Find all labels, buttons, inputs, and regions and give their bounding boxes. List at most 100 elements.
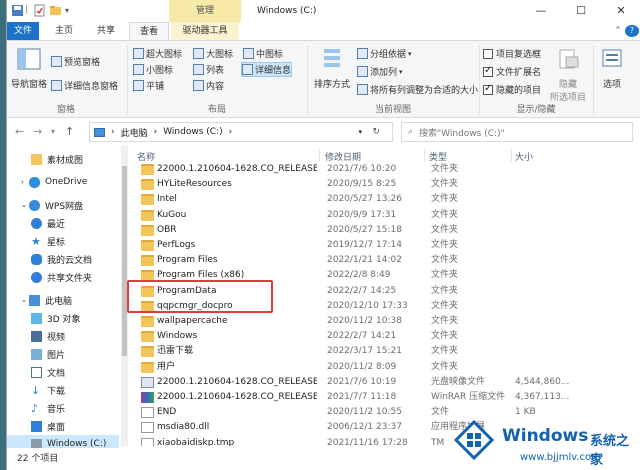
up-button[interactable]: ↑ xyxy=(65,125,74,138)
address-bar[interactable]: › 此电脑 › Windows (C:) › ▾ ↻ xyxy=(89,122,393,142)
nav-item-sucai[interactable]: 素材成图 xyxy=(7,150,119,168)
help-icon[interactable]: ? xyxy=(625,25,639,37)
details-option[interactable]: 详细信息 xyxy=(241,62,293,77)
back-button[interactable]: ← xyxy=(15,125,24,138)
table-row[interactable]: KuGou 2020/9/9 17:31 文件夹 xyxy=(131,208,631,223)
table-row[interactable]: Program Files 2022/1/21 14:02 文件夹 xyxy=(131,253,631,268)
table-row[interactable]: PerfLogs 2019/12/7 17:14 文件夹 xyxy=(131,238,631,253)
navigation-pane-icon xyxy=(17,48,41,70)
details-pane-button[interactable]: 详细信息窗格 xyxy=(51,79,118,92)
cloud-doc-icon xyxy=(31,253,42,265)
sort-by-button[interactable]: 排序方式 xyxy=(311,47,353,90)
content-option[interactable]: 内容 xyxy=(193,79,224,92)
small-icons-option[interactable]: 小图标 xyxy=(133,63,173,76)
nav-item-videos[interactable]: 视频 xyxy=(7,327,119,345)
ribbon-view: 导航窗格 预览窗格 详细信息窗格 窗格 超大图标 大图标 中图标 小图标 列表 … xyxy=(7,40,640,118)
sort-indicator-icon: ^ xyxy=(378,146,384,151)
folder-icon xyxy=(141,179,154,191)
table-row[interactable]: 22000.1.210604-1628.CO_RELEASE_SV... 2021… xyxy=(131,162,631,177)
cell-size: 4,367,113... xyxy=(515,392,570,402)
add-columns-label: 添加列 xyxy=(370,68,398,78)
checkbox-checked-icon xyxy=(483,83,493,95)
nav-item-music[interactable]: ♪ 音乐 xyxy=(7,399,119,417)
table-row[interactable]: OBR 2020/5/27 15:18 文件夹 xyxy=(131,223,631,238)
tiles-option[interactable]: 平铺 xyxy=(133,79,164,92)
nav-item-this-pc[interactable]: ⌄ 此电脑 xyxy=(7,291,119,309)
column-divider[interactable] xyxy=(319,148,320,162)
maximize-button[interactable]: ☐ xyxy=(561,0,601,22)
shared-folder-icon xyxy=(31,271,42,283)
customize-qa-icon[interactable]: ▾ xyxy=(65,4,78,17)
nav-item-pictures[interactable]: 图片 xyxy=(7,345,119,363)
nav-item-documents[interactable]: 文档 xyxy=(7,363,119,381)
windows-logo-icon xyxy=(453,420,495,460)
column-divider[interactable] xyxy=(511,148,512,162)
tab-view[interactable]: 查看 xyxy=(129,22,169,40)
file-extensions-toggle[interactable]: 文件扩展名 xyxy=(483,65,541,78)
cell-name: KuGou xyxy=(157,209,187,220)
address-dropdown-icon[interactable]: ▾ xyxy=(358,128,362,136)
item-checkboxes-toggle[interactable]: 项目复选框 xyxy=(483,47,541,60)
star-icon: ★ xyxy=(31,234,41,248)
breadcrumb-this-pc[interactable]: 此电脑 xyxy=(121,126,148,139)
xl-icons-option[interactable]: 超大图标 xyxy=(133,47,182,60)
column-divider[interactable] xyxy=(424,148,425,162)
tab-home[interactable]: 主页 xyxy=(45,22,83,40)
close-button[interactable]: ✕ xyxy=(601,0,640,22)
refresh-icon[interactable]: ↻ xyxy=(372,127,380,137)
nav-item-cloud-docs[interactable]: 我的云文档 xyxy=(7,250,119,268)
nav-item-recent[interactable]: 最近 xyxy=(7,214,119,232)
table-row[interactable]: HYLiteResources 2020/9/15 8:25 文件夹 xyxy=(131,177,631,192)
hidden-items-toggle[interactable]: 隐藏的项目 xyxy=(483,83,541,96)
tab-share[interactable]: 共享 xyxy=(87,22,125,40)
list-option[interactable]: 列表 xyxy=(193,63,224,76)
tab-file[interactable]: 文件 xyxy=(7,22,39,40)
hide-icon xyxy=(559,49,579,69)
breadcrumb-drive[interactable]: Windows (C:) xyxy=(163,127,222,137)
minimize-button[interactable]: — xyxy=(521,0,561,22)
nav-scrollbar-thumb[interactable] xyxy=(122,166,127,356)
nav-item-shared-folder[interactable]: 共享文件夹 xyxy=(7,268,119,286)
properties-icon[interactable] xyxy=(33,4,46,17)
ribbon-collapse-icon[interactable]: ⌃ xyxy=(611,22,625,40)
table-row[interactable]: 22000.1.210604-1628.CO_RELEASE_SV... 2021… xyxy=(131,390,631,405)
cell-date: 2022/2/7 14:21 xyxy=(327,331,397,342)
options-button[interactable]: 选项 xyxy=(595,47,629,90)
cell-type: 文件夹 xyxy=(431,346,459,357)
size-all-columns-button[interactable]: 将所有列调整为合适的大小 xyxy=(357,83,478,96)
address-row: ← → ▾ ↑ › 此电脑 › Windows (C:) › ▾ ↻ ⌕ 搜索"… xyxy=(7,118,640,146)
search-input[interactable]: ⌕ 搜索"Windows (C:)" xyxy=(401,122,633,142)
expand-icon: › xyxy=(21,178,24,186)
new-folder-icon[interactable] xyxy=(49,4,62,17)
cell-type: 文件夹 xyxy=(431,164,459,174)
manage-context-title: 管理 xyxy=(169,0,241,22)
nav-item-onedrive[interactable]: › OneDrive xyxy=(7,173,119,191)
table-row[interactable]: 用户 2020/11/2 8:09 文件夹 xyxy=(131,360,631,375)
forward-button[interactable]: → xyxy=(33,125,42,138)
save-icon[interactable] xyxy=(11,4,24,17)
nav-item-downloads[interactable]: ↓ 下载 xyxy=(7,381,119,399)
table-row[interactable]: Intel 2020/5/27 13:26 文件夹 xyxy=(131,192,631,207)
table-row[interactable]: Windows 2022/2/7 14:21 文件夹 xyxy=(131,329,631,344)
table-row[interactable]: 迅雷下载 2022/3/17 15:21 文件夹 xyxy=(131,344,631,359)
large-icons-option[interactable]: 大图标 xyxy=(193,47,233,60)
nav-item-3d[interactable]: 3D 对象 xyxy=(7,309,119,327)
add-columns-button[interactable]: 添加列 ▾ xyxy=(357,65,403,78)
group-by-button[interactable]: 分组依据 ▾ xyxy=(357,47,412,60)
hide-selected-button[interactable]: 隐藏 所选项目 xyxy=(547,47,589,103)
preview-pane-button[interactable]: 预览窗格 xyxy=(51,55,100,68)
cell-type: 文件夹 xyxy=(431,240,459,250)
nav-item-star[interactable]: ★ 星标 xyxy=(7,232,119,250)
item-count: 22 个项目 xyxy=(17,454,59,464)
details-label: 详细信息 xyxy=(255,66,292,76)
nav-item-desktop[interactable]: 桌面 xyxy=(7,417,119,435)
ribbon-divider xyxy=(593,45,594,115)
table-row[interactable]: 22000.1.210604-1628.CO_RELEASE_SV... 2021… xyxy=(131,375,631,390)
nav-item-wps[interactable]: ⌄ WPS网盘 xyxy=(7,196,119,214)
medium-icons-option[interactable]: 中图标 xyxy=(243,47,283,60)
navigation-pane-button[interactable]: 导航窗格 xyxy=(9,47,49,90)
tab-drive-tools[interactable]: 驱动器工具 xyxy=(171,22,239,40)
list-icon xyxy=(193,64,204,75)
recent-locations-icon[interactable]: ▾ xyxy=(51,127,55,136)
table-row[interactable]: wallpapercache 2020/11/2 10:38 文件夹 xyxy=(131,314,631,329)
